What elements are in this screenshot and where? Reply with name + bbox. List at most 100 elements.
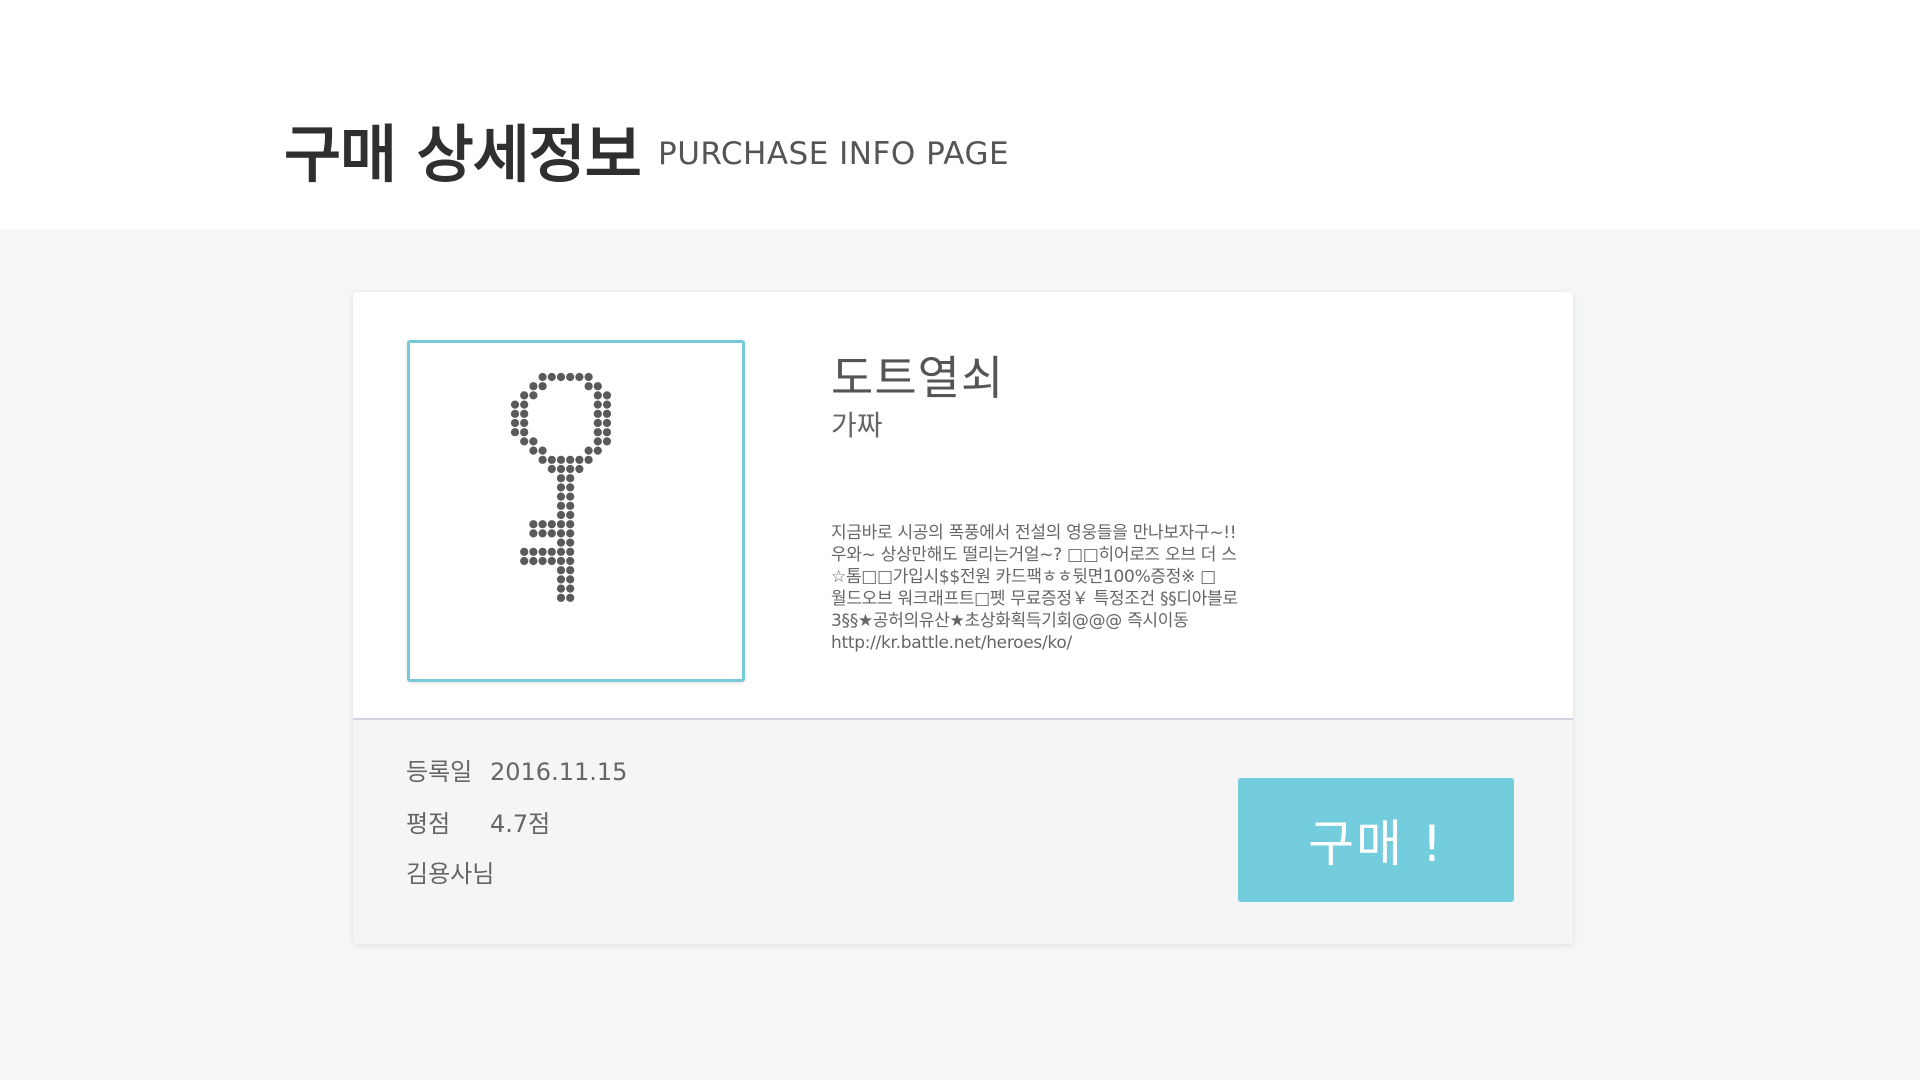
- rating-value: 4.7점: [490, 810, 551, 838]
- key-dot: [510, 418, 520, 428]
- key-dot: [566, 455, 575, 464]
- key-dot: [566, 520, 575, 529]
- key-dot: [520, 437, 529, 446]
- key-dot: [556, 538, 566, 547]
- page-title: 구매 상세정보: [284, 118, 642, 191]
- product-image: [407, 340, 745, 682]
- key-dot: [547, 455, 556, 464]
- page-subtitle: PURCHASE INFO PAGE: [658, 136, 1010, 172]
- key-dot: [593, 409, 602, 418]
- key-dot: [584, 382, 593, 391]
- key-dot: [593, 382, 602, 391]
- key-dot: [529, 520, 538, 529]
- key-dot: [510, 409, 520, 418]
- key-dot: [566, 372, 575, 382]
- key-dot: [547, 464, 556, 474]
- key-dot: [556, 566, 566, 575]
- key-dot: [538, 556, 547, 566]
- key-dot: [566, 529, 575, 538]
- key-dot: [529, 437, 538, 446]
- key-dot: [520, 400, 529, 409]
- key-dot: [538, 372, 547, 382]
- key-dot: [556, 492, 566, 501]
- key-dot: [566, 593, 575, 602]
- key-dot: [556, 556, 566, 566]
- key-dot: [584, 372, 593, 382]
- key-dot: [566, 492, 575, 501]
- key-dot: [566, 575, 575, 584]
- key-dot: [593, 400, 602, 409]
- key-dot: [510, 428, 520, 437]
- product-subtitle: 가짜: [831, 409, 883, 442]
- key-dot: [520, 391, 529, 400]
- key-dot: [566, 474, 575, 483]
- key-dot: [547, 520, 556, 529]
- key-dot: [556, 464, 566, 474]
- product-description: 지금바로 시공의 폭풍에서 전설의 영웅들을 만나보자구~!! 우와~ 상상만해…: [831, 523, 1238, 653]
- rating-label: 평점: [406, 810, 451, 838]
- key-dot: [538, 446, 547, 455]
- key-dot: [593, 418, 602, 428]
- key-dot: [529, 391, 538, 400]
- key-dot: [556, 584, 566, 593]
- purchase-card: 도트열쇠 가짜 지금바로 시공의 폭풍에서 전설의 영웅들을 만나보자구~!! …: [353, 292, 1573, 944]
- key-dot: [602, 409, 612, 418]
- key-dot: [556, 455, 566, 464]
- key-dot: [520, 547, 529, 556]
- key-dot: [593, 428, 602, 437]
- key-dot: [602, 400, 612, 409]
- buy-button[interactable]: 구매 !: [1238, 778, 1514, 902]
- product-section: 도트열쇠 가짜 지금바로 시공의 폭풍에서 전설의 영웅들을 만나보자구~!! …: [353, 292, 1573, 718]
- key-dot: [593, 437, 602, 446]
- key-dot: [529, 556, 538, 566]
- page-header: 구매 상세정보 PURCHASE INFO PAGE: [0, 0, 1920, 230]
- key-dot: [520, 556, 529, 566]
- key-dot: [529, 382, 538, 391]
- key-dot: [602, 418, 612, 428]
- key-dot: [566, 501, 575, 510]
- key-dot: [566, 464, 575, 474]
- key-dot: [566, 510, 575, 520]
- key-dot: [593, 446, 602, 455]
- key-dot: [566, 556, 575, 566]
- key-dot: [529, 529, 538, 538]
- key-dot: [510, 400, 520, 409]
- key-dot: [529, 446, 538, 455]
- key-dot: [566, 547, 575, 556]
- key-dot: [556, 547, 566, 556]
- key-dot: [575, 455, 584, 464]
- key-dot: [538, 382, 547, 391]
- registration-date-value: 2016.11.15: [490, 758, 628, 786]
- key-dot: [575, 372, 584, 382]
- key-dot: [556, 483, 566, 492]
- key-dot: [538, 455, 547, 464]
- key-dot: [547, 547, 556, 556]
- key-dot: [602, 437, 612, 446]
- key-dot: [556, 474, 566, 483]
- key-dot: [520, 409, 529, 418]
- registration-date-row: 등록일 2016.11.15: [406, 752, 627, 787]
- key-dot: [566, 483, 575, 492]
- key-dot: [602, 391, 612, 400]
- key-dot: [584, 446, 593, 455]
- key-dot: [575, 464, 584, 474]
- key-dot: [556, 372, 566, 382]
- key-dot: [593, 391, 602, 400]
- key-dot: [566, 538, 575, 547]
- product-name: 도트열쇠: [831, 351, 1005, 405]
- key-dot: [584, 455, 593, 464]
- key-dot: [547, 556, 556, 566]
- key-dot: [556, 520, 566, 529]
- key-dot: [547, 372, 556, 382]
- seller-name: 김용사님: [406, 860, 495, 888]
- key-dot: [547, 529, 556, 538]
- key-dot: [520, 428, 529, 437]
- registration-date-label: 등록일: [406, 758, 473, 786]
- rating-row: 평점 4.7점: [406, 804, 550, 839]
- key-dot: [566, 566, 575, 575]
- key-dot: [538, 529, 547, 538]
- key-dot: [556, 575, 566, 584]
- key-dot: [602, 428, 612, 437]
- key-dot: [529, 547, 538, 556]
- key-dot: [556, 529, 566, 538]
